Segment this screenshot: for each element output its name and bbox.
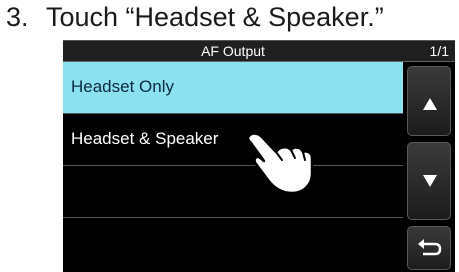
return-button[interactable]	[407, 226, 451, 270]
screen-title: AF Output	[201, 43, 265, 59]
list-item-empty-4[interactable]	[63, 218, 403, 270]
list-item-headset-speaker[interactable]: Headset & Speaker	[63, 114, 403, 166]
step-number: 3.	[6, 2, 29, 32]
list-item-headset-only[interactable]: Headset Only	[63, 62, 403, 114]
return-arrow-icon	[418, 239, 442, 256]
pointing-hand-icon	[246, 132, 314, 195]
list-item-label: Headset Only	[71, 77, 174, 96]
scroll-panel	[403, 62, 455, 272]
page-indicator: 1/1	[429, 43, 449, 59]
scroll-up-button[interactable]	[407, 66, 451, 136]
list-item-empty-3[interactable]	[63, 166, 403, 218]
triangle-down-icon	[423, 175, 437, 187]
instruction-text: 3. Touch “Headset & Speaker.”	[6, 2, 384, 33]
title-bar: AF Output 1/1	[63, 41, 455, 62]
step-text: Touch “Headset & Speaker.”	[46, 2, 384, 32]
scroll-down-button[interactable]	[407, 142, 451, 220]
option-list: Headset Only Headset & Speaker	[63, 62, 403, 272]
list-item-label: Headset & Speaker	[71, 129, 219, 148]
triangle-up-icon	[423, 98, 437, 110]
